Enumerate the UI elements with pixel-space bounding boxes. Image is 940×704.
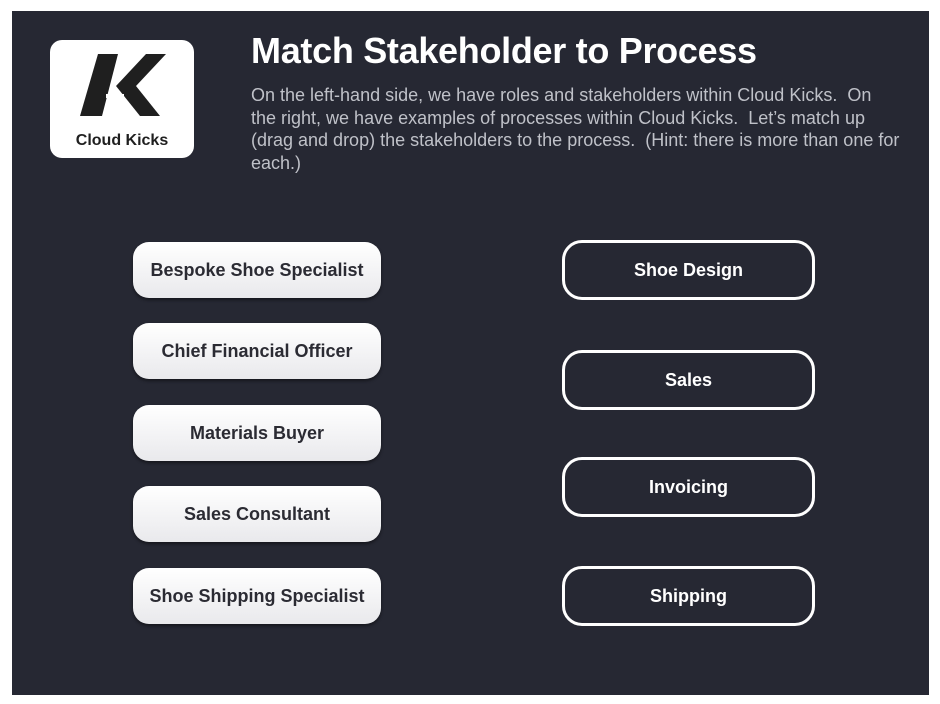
stakeholder-card-shoe-shipping-specialist[interactable]: Shoe Shipping Specialist bbox=[133, 568, 381, 624]
process-dropzone-sales[interactable]: Sales bbox=[562, 350, 815, 410]
stakeholder-card-sales-consultant[interactable]: Sales Consultant bbox=[133, 486, 381, 542]
cloud-kicks-logo-icon bbox=[80, 54, 166, 116]
stakeholder-card-materials-buyer[interactable]: Materials Buyer bbox=[133, 405, 381, 461]
process-dropzone-invoicing[interactable]: Invoicing bbox=[562, 457, 815, 517]
stakeholder-card-chief-financial-officer[interactable]: Chief Financial Officer bbox=[133, 323, 381, 379]
process-dropzone-shipping[interactable]: Shipping bbox=[562, 566, 815, 626]
logo-text: Cloud Kicks bbox=[75, 132, 169, 149]
instructions-text: On the left-hand side, we have roles and… bbox=[251, 85, 900, 173]
page-title: Match Stakeholder to Process bbox=[251, 30, 757, 71]
cloud-kicks-logo: Cloud Kicks bbox=[50, 40, 194, 158]
process-dropzone-shoe-design[interactable]: Shoe Design bbox=[562, 240, 815, 300]
stakeholder-card-bespoke-shoe-specialist[interactable]: Bespoke Shoe Specialist bbox=[133, 242, 381, 298]
